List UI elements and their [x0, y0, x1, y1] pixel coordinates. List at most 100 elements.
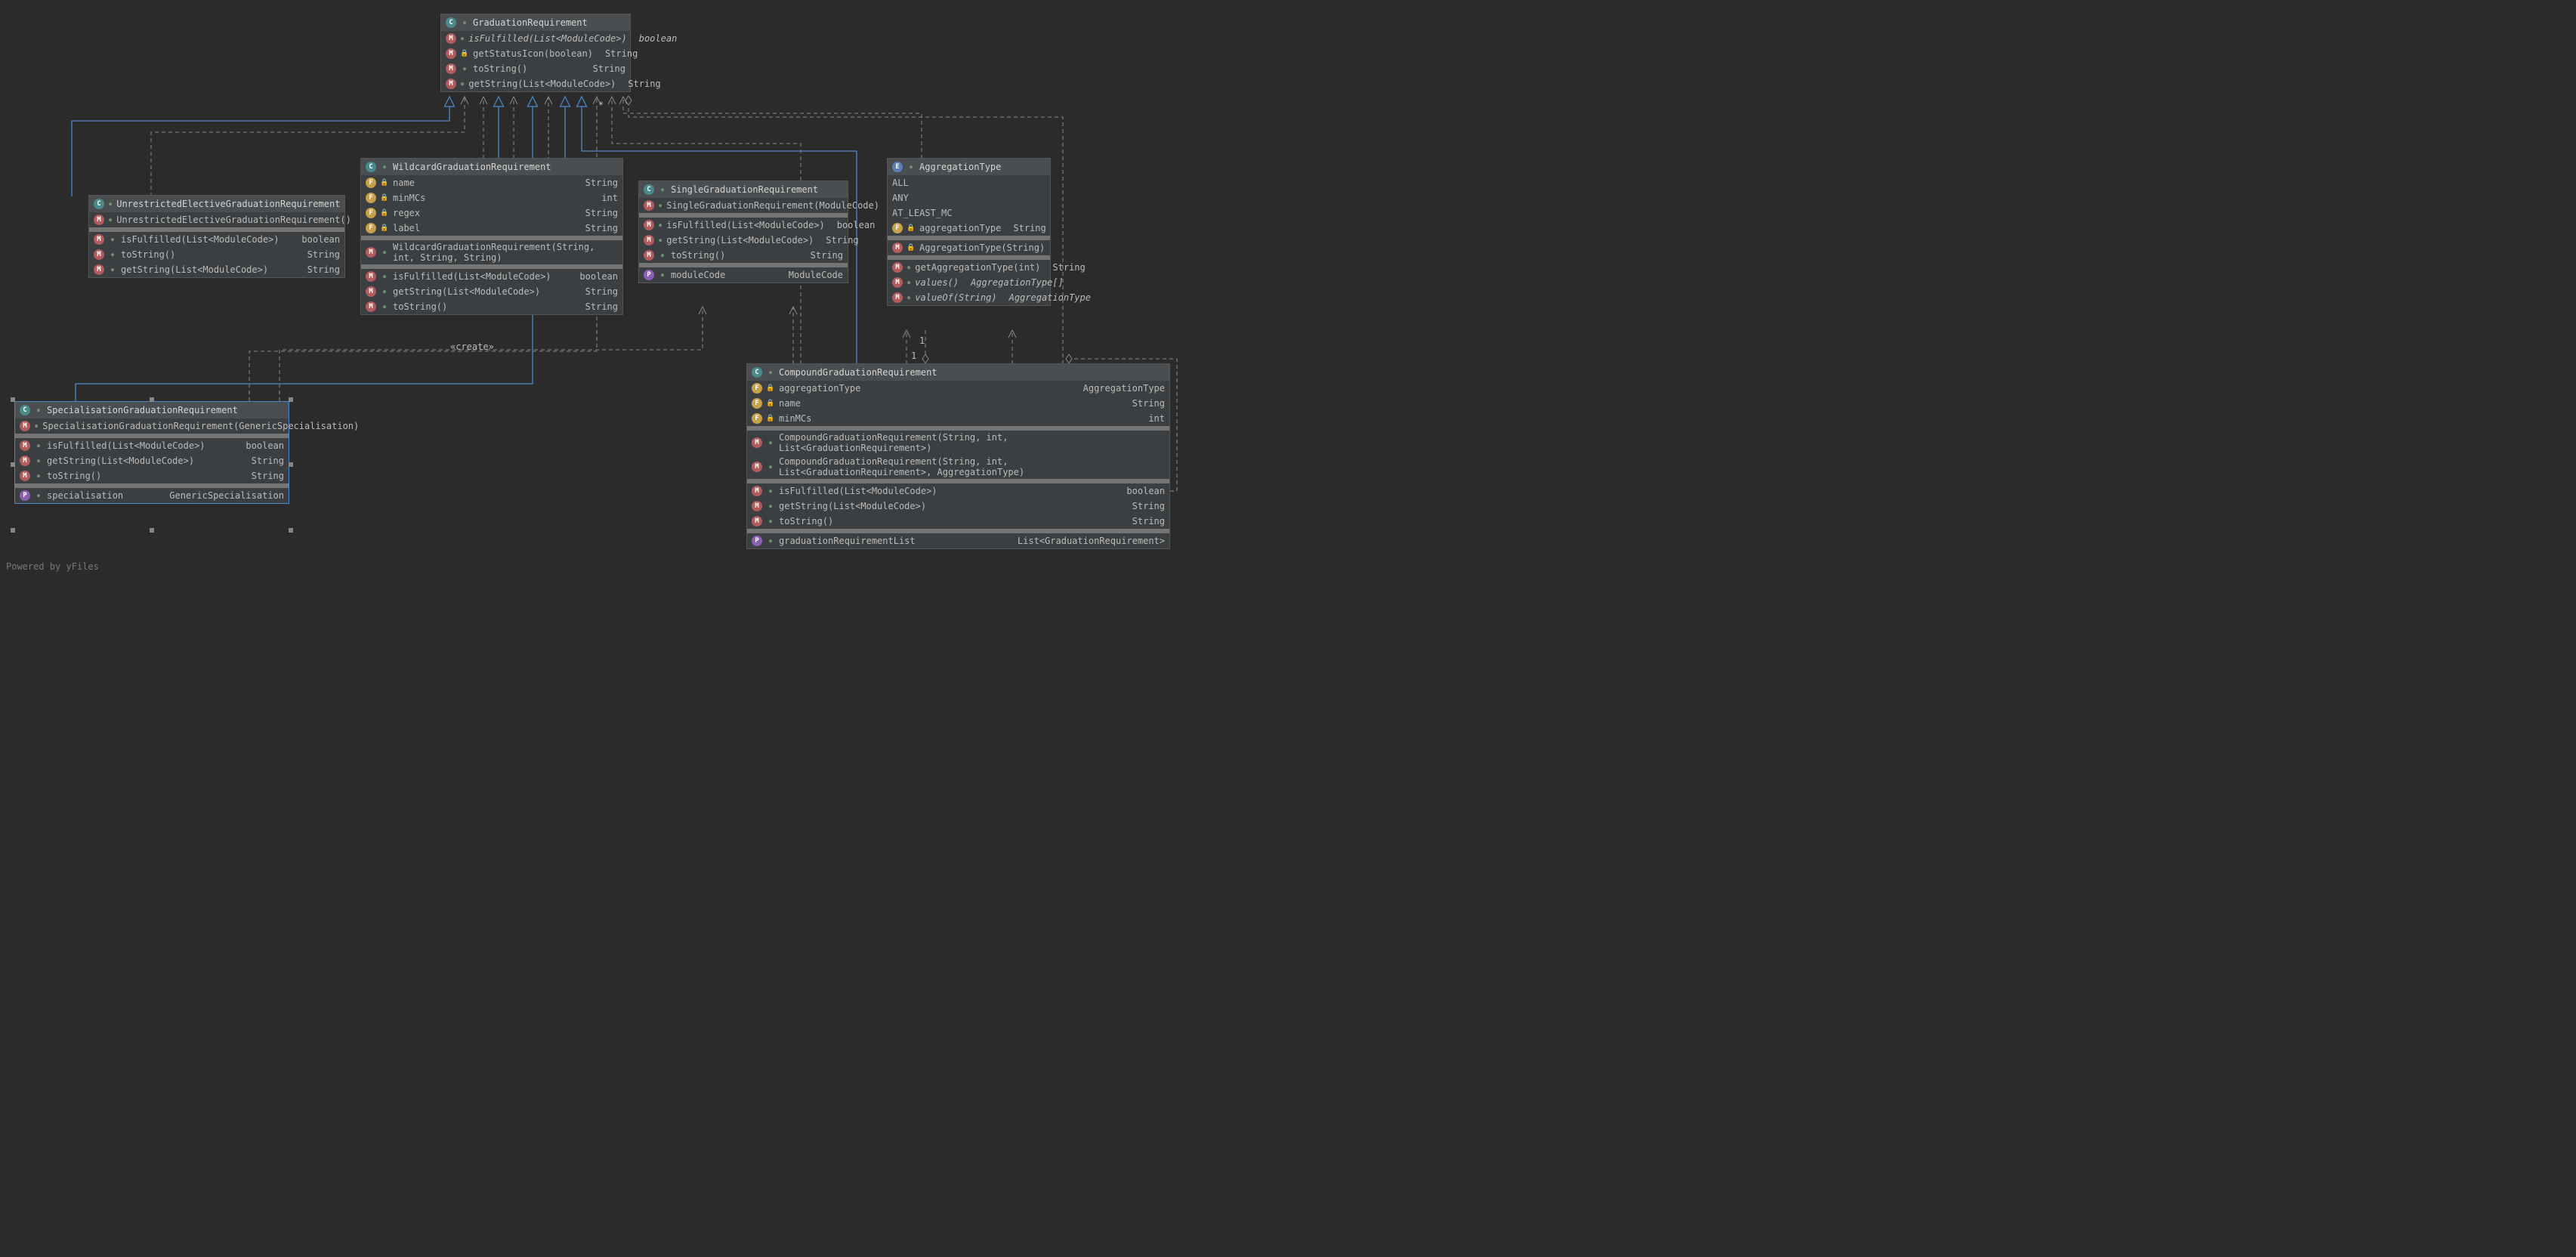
f-icon: F: [366, 223, 376, 233]
member-row: MisFulfilled(List<ModuleCode>)boolean: [747, 483, 1169, 499]
member-row: MtoString()String: [15, 468, 289, 483]
visibility-icon: [35, 493, 42, 499]
member-row: MUnrestrictedElectiveGraduationRequireme…: [89, 212, 344, 227]
member-signature: getString(List<ModuleCode>): [47, 456, 239, 466]
selection-handle[interactable]: [150, 397, 154, 402]
member-signature: CompoundGraduationRequirement(String, in…: [779, 432, 1165, 453]
selection-handle[interactable]: [289, 397, 293, 402]
member-signature: ALL: [892, 178, 1046, 188]
p-icon: P: [20, 490, 30, 501]
member-row: MgetAggregationType(int)String: [888, 260, 1050, 275]
diagram-canvas[interactable]: C GraduationRequirement MisFulfilled(Lis…: [0, 0, 1181, 578]
methods: MisFulfilled(List<ModuleCode>)booleanMge…: [639, 218, 848, 263]
member-row: AT_LEAST_MC: [888, 205, 1050, 221]
member-row: FnameString: [361, 175, 622, 190]
member-row: MgetString(List<ModuleCode>)String: [747, 499, 1169, 514]
member-row: MisFulfilled(List<ModuleCode>)boolean: [89, 232, 344, 247]
member-row: MtoString()String: [639, 248, 848, 263]
member-signature: AggregationType(String): [919, 242, 1046, 253]
m-icon: M: [20, 440, 30, 451]
class-UnrestrictedElectiveGraduationRequirement[interactable]: C UnrestrictedElectiveGraduationRequirem…: [88, 195, 345, 278]
visibility-icon: [35, 458, 42, 464]
member-return-type: String: [585, 301, 618, 312]
visibility-icon: [907, 295, 910, 301]
f-icon: F: [366, 193, 376, 203]
m-icon: M: [366, 286, 376, 297]
member-signature: AT_LEAST_MC: [892, 208, 1046, 218]
fields: FaggregationTypeString: [888, 221, 1050, 236]
member-return-type: String: [585, 286, 618, 297]
member-row: FminMCsint: [361, 190, 622, 205]
member-return-type: String: [307, 264, 340, 275]
member-signature: isFulfilled(List<ModuleCode>): [121, 234, 289, 245]
visibility-icon: [461, 81, 464, 87]
member-signature: valueOf(String): [915, 292, 996, 303]
m-icon: M: [892, 242, 903, 253]
member-signature: isFulfilled(List<ModuleCode>): [47, 440, 233, 451]
class-WildcardGraduationRequirement[interactable]: C WildcardGraduationRequirement FnameStr…: [360, 158, 623, 315]
member-signature: getString(List<ModuleCode>): [468, 79, 616, 89]
visibility-icon: [381, 164, 388, 170]
member-row: MSpecialisationGraduationRequirement(Gen…: [15, 418, 289, 434]
visibility-icon: [35, 443, 42, 449]
class-AggregationType[interactable]: E AggregationType ALLANYAT_LEAST_MC Fagg…: [887, 158, 1051, 306]
member-signature: isFulfilled(List<ModuleCode>): [779, 486, 1114, 496]
visibility-icon: [767, 440, 774, 446]
member-return-type: String: [585, 223, 618, 233]
visibility-icon: [35, 473, 42, 479]
member-row: MgetString(List<ModuleCode>)String: [15, 453, 289, 468]
class-icon: C: [20, 405, 30, 415]
methods: MisFulfilled(List<ModuleCode>)booleanMge…: [361, 269, 622, 314]
class-SingleGraduationRequirement[interactable]: C SingleGraduationRequirement MSingleGra…: [638, 181, 848, 283]
class-name: SpecialisationGraduationRequirement: [47, 405, 238, 415]
member-signature: specialisation: [47, 490, 157, 501]
member-row: M AggregationType(String): [888, 240, 1050, 255]
m-icon: M: [94, 234, 104, 245]
selection-handle[interactable]: [11, 397, 15, 402]
member-signature: isFulfilled(List<ModuleCode>): [666, 220, 825, 230]
member-row: Flabel String: [361, 221, 622, 236]
visibility-icon: [109, 252, 116, 258]
class-CompoundGraduationRequirement[interactable]: C CompoundGraduationRequirement Faggrega…: [746, 363, 1170, 549]
member-signature: graduationRequirementList: [779, 536, 1005, 546]
selection-handle[interactable]: [289, 462, 293, 467]
member-return-type: String: [628, 79, 660, 89]
member-return-type: AggregationType: [1009, 292, 1091, 303]
selection-handle[interactable]: [289, 528, 293, 533]
member-signature: label: [393, 223, 573, 233]
m-icon: M: [20, 471, 30, 481]
member-return-type: String: [826, 235, 858, 246]
m-icon: M: [644, 250, 654, 261]
member-row: MvalueOf(String)AggregationType: [888, 290, 1050, 305]
visibility-icon: [381, 304, 388, 310]
member-row: MisFulfilled(List<ModuleCode>)boolean: [639, 218, 848, 233]
class-GraduationRequirement[interactable]: C GraduationRequirement MisFulfilled(Lis…: [440, 14, 631, 92]
constructors: M AggregationType(String): [888, 240, 1050, 255]
m-icon: M: [892, 292, 903, 303]
visibility-icon: [381, 224, 388, 232]
member-return-type: String: [252, 456, 284, 466]
member-signature: ANY: [892, 193, 1046, 203]
member-signature: isFulfilled(List<ModuleCode>): [468, 33, 627, 44]
member-row: MgetString(List<ModuleCode>)String: [361, 284, 622, 299]
m-icon: M: [752, 437, 762, 448]
m-icon: M: [94, 249, 104, 260]
member-return-type: String: [252, 471, 284, 481]
member-row: MisFulfilled(List<ModuleCode>)boolean: [15, 438, 289, 453]
class-SpecialisationGraduationRequirement[interactable]: C SpecialisationGraduationRequirement MS…: [14, 401, 289, 504]
m-icon: M: [892, 262, 903, 273]
member-signature: UnrestrictedElectiveGraduationRequiremen…: [116, 215, 351, 225]
member-signature: WildcardGraduationRequirement(String, in…: [393, 242, 618, 263]
member-return-type: String: [585, 208, 618, 218]
selection-handle[interactable]: [11, 528, 15, 533]
member-signature: name: [393, 178, 573, 188]
constructors: M CompoundGraduationRequirement(String, i…: [747, 431, 1169, 479]
properties: PmoduleCodeModuleCode: [639, 267, 848, 283]
selection-handle[interactable]: [11, 462, 15, 467]
fields: FnameStringFminMCsintFregexStringFlabelS…: [361, 175, 622, 236]
m-icon: M: [446, 79, 456, 89]
m-icon: M: [94, 215, 104, 225]
class-name: AggregationType: [919, 162, 1001, 172]
selection-handle[interactable]: [150, 528, 154, 533]
f-icon: F: [752, 413, 762, 424]
